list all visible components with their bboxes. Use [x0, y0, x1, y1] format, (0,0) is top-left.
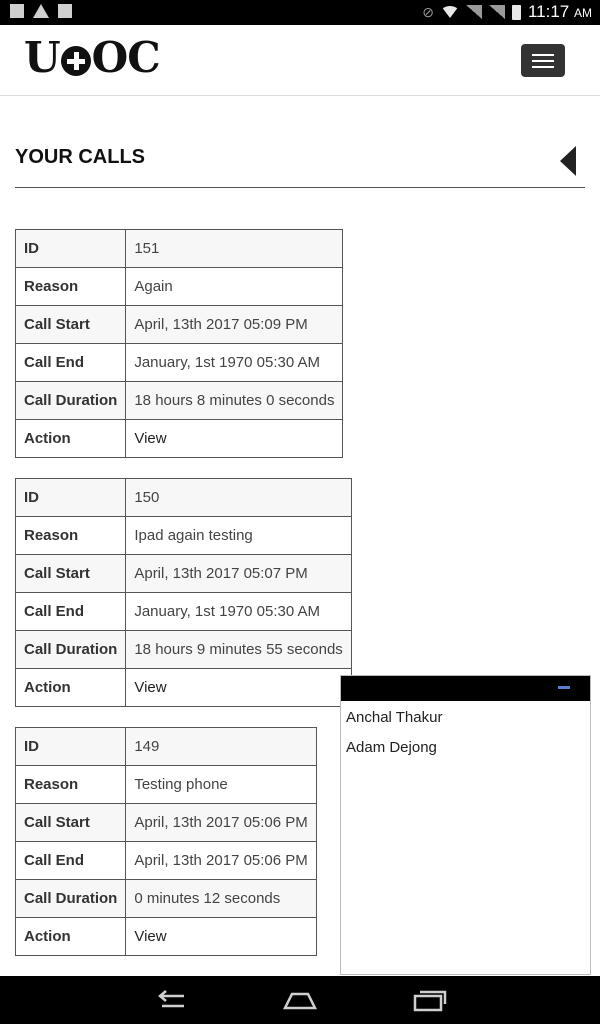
call-start-value: April, 13th 2017 05:06 PM — [125, 803, 317, 842]
id-label: ID — [14, 727, 127, 766]
call-end-label: Call End — [14, 343, 127, 382]
table-row: Call End January, 1st 1970 05:30 AM — [14, 592, 352, 631]
reason-label: Reason — [14, 516, 127, 555]
clock-ampm: AM — [574, 6, 592, 20]
call-table: ID 149 Reason Testing phone Call Start Apri… — [14, 727, 317, 956]
back-icon[interactable] — [154, 988, 190, 1012]
clipboard-icon — [58, 4, 72, 18]
reason-value: Again — [125, 267, 344, 306]
table-row: ID 149 — [14, 727, 317, 766]
title-divider — [15, 187, 585, 188]
udoc-logo[interactable]: U OC — [24, 37, 161, 79]
clock-time: 11:17 — [527, 2, 570, 21]
home-icon[interactable] — [282, 988, 318, 1012]
call-duration-value: 18 hours 9 minutes 55 seconds — [125, 630, 352, 669]
recent-apps-icon[interactable] — [412, 988, 448, 1012]
hamburger-menu-button[interactable] — [521, 44, 565, 77]
view-call-link[interactable]: View — [125, 668, 352, 707]
call-end-value: January, 1st 1970 05:30 AM — [125, 343, 344, 382]
back-arrow-icon[interactable] — [560, 146, 576, 176]
chat-contact-item[interactable]: Adam Dejong — [341, 733, 590, 763]
action-label: Action — [14, 668, 127, 707]
page-title: YOUR CALLS — [15, 146, 145, 168]
signal-icon — [465, 5, 482, 19]
table-row: Call Start April, 13th 2017 05:06 PM — [14, 803, 317, 842]
call-table: ID 150 Reason Ipad again testing Call Star… — [14, 478, 352, 707]
clock: 11:17 AM — [528, 2, 592, 22]
signal-icon — [488, 5, 505, 19]
chat-contact-item[interactable]: Anchal Thakur — [341, 703, 590, 733]
table-row: Reason Testing phone — [14, 765, 317, 804]
id-label: ID — [14, 478, 127, 517]
id-value: 151 — [125, 229, 344, 268]
table-row: Reason Ipad again testing — [14, 516, 352, 555]
warning-icon — [33, 4, 49, 18]
call-start-label: Call Start — [14, 305, 127, 344]
call-duration-value: 0 minutes 12 seconds — [125, 879, 317, 918]
call-table: ID 151 Reason Again Call Start April, 13th … — [14, 229, 344, 458]
reason-value: Ipad again testing — [125, 516, 352, 555]
battery-icon — [511, 4, 521, 20]
table-row: Call Duration 0 minutes 12 seconds — [14, 879, 317, 918]
hamburger-line — [532, 66, 554, 68]
mute-icon: ⊘ — [422, 3, 434, 20]
call-start-value: April, 13th 2017 05:07 PM — [125, 554, 352, 593]
table-row: ID 151 — [14, 229, 344, 268]
id-value: 150 — [125, 478, 352, 517]
reason-label: Reason — [14, 765, 127, 804]
call-end-label: Call End — [14, 592, 127, 631]
wifi-icon — [440, 6, 459, 18]
logo-text-left: U — [24, 33, 61, 82]
app-header: U OC — [0, 25, 600, 96]
table-row: Action View — [14, 917, 317, 956]
chat-contacts-panel: Anchal Thakur Adam Dejong — [340, 675, 591, 975]
call-duration-label: Call Duration — [14, 630, 127, 669]
status-bar: ⊘ 11:17 AM — [0, 0, 600, 25]
table-row: Action View — [14, 668, 352, 707]
android-nav-bar — [0, 976, 600, 1024]
view-call-link[interactable]: View — [125, 917, 317, 956]
call-start-value: April, 13th 2017 05:09 PM — [125, 305, 344, 344]
call-end-label: Call End — [14, 841, 127, 880]
action-label: Action — [14, 917, 127, 956]
id-label: ID — [14, 229, 127, 268]
hamburger-line — [532, 60, 554, 62]
status-right-icons: ⊘ 11:17 AM — [422, 2, 592, 22]
image-icon — [10, 4, 24, 18]
table-row: Call Start April, 13th 2017 05:07 PM — [14, 554, 352, 593]
medical-cross-icon — [60, 46, 91, 76]
reason-label: Reason — [14, 267, 127, 306]
logo-text-right: OC — [91, 33, 161, 82]
status-left-icons — [10, 4, 72, 18]
table-row: Call End January, 1st 1970 05:30 AM — [14, 343, 344, 382]
chat-panel-header — [341, 676, 590, 701]
minimize-icon[interactable] — [558, 686, 570, 689]
call-duration-value: 18 hours 8 minutes 0 seconds — [125, 381, 344, 420]
call-duration-label: Call Duration — [14, 381, 127, 420]
view-call-link[interactable]: View — [125, 419, 344, 458]
id-value: 149 — [125, 727, 317, 766]
call-duration-label: Call Duration — [14, 879, 127, 918]
call-start-label: Call Start — [14, 803, 127, 842]
hamburger-line — [532, 54, 554, 56]
table-row: Action View — [14, 419, 344, 458]
table-row: Call End April, 13th 2017 05:06 PM — [14, 841, 317, 880]
table-row: Call Duration 18 hours 8 minutes 0 second… — [14, 381, 344, 420]
table-row: ID 150 — [14, 478, 352, 517]
table-row: Reason Again — [14, 267, 344, 306]
call-end-value: January, 1st 1970 05:30 AM — [125, 592, 352, 631]
table-row: Call Start April, 13th 2017 05:09 PM — [14, 305, 344, 344]
call-start-label: Call Start — [14, 554, 127, 593]
call-end-value: April, 13th 2017 05:06 PM — [125, 841, 317, 880]
table-row: Call Duration 18 hours 9 minutes 55 secon… — [14, 630, 352, 669]
reason-value: Testing phone — [125, 765, 317, 804]
action-label: Action — [14, 419, 127, 458]
